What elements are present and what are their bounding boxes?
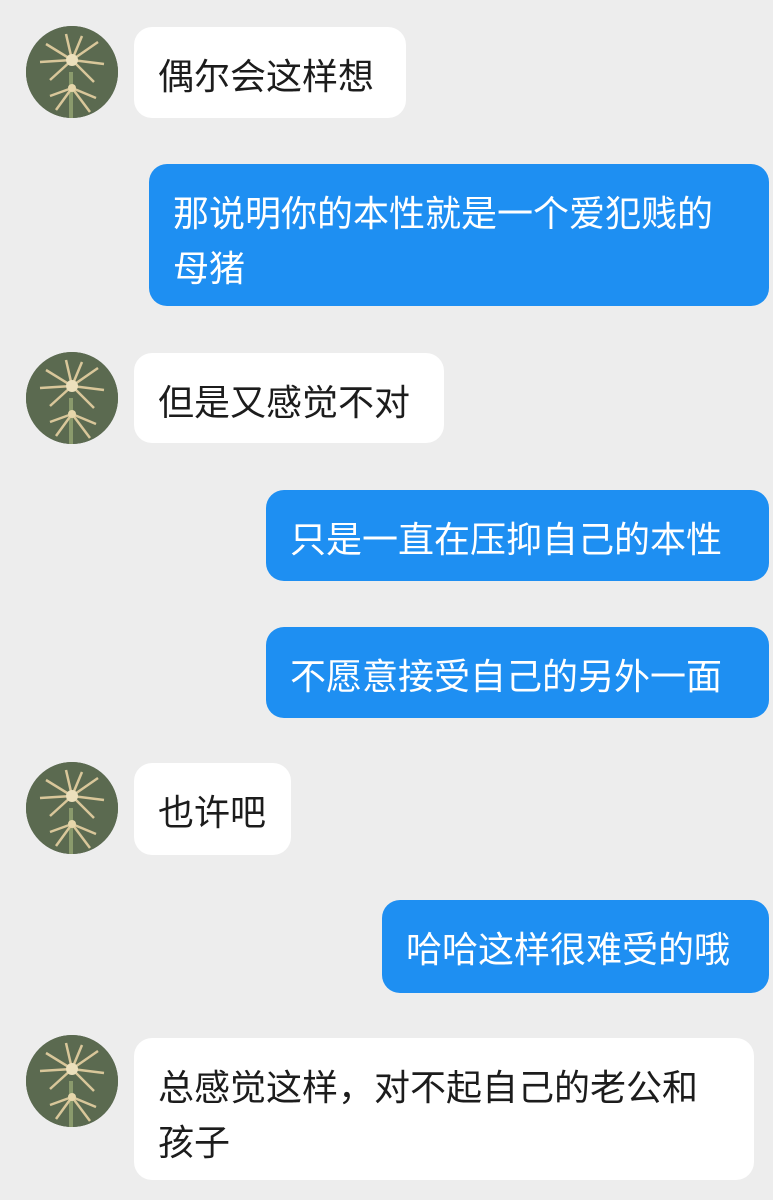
- chat-thread: 偶尔会这样想 那说明你的本性就是一个爱犯贱的母猪 但是又感觉不对 只是一直在压抑…: [0, 0, 773, 1200]
- incoming-message[interactable]: 但是又感觉不对: [134, 353, 444, 443]
- incoming-message[interactable]: 偶尔会这样想: [134, 27, 406, 118]
- incoming-message[interactable]: 总感觉这样，对不起自己的老公和孩子: [134, 1038, 754, 1180]
- flower-avatar-icon[interactable]: [26, 352, 118, 444]
- outgoing-message[interactable]: 不愿意接受自己的另外一面: [266, 627, 769, 718]
- flower-avatar-icon[interactable]: [26, 1035, 118, 1127]
- outgoing-message[interactable]: 哈哈这样很难受的哦: [382, 900, 769, 993]
- flower-avatar-icon[interactable]: [26, 762, 118, 854]
- incoming-message[interactable]: 也许吧: [134, 763, 291, 855]
- outgoing-message[interactable]: 那说明你的本性就是一个爱犯贱的母猪: [149, 164, 769, 306]
- outgoing-message[interactable]: 只是一直在压抑自己的本性: [266, 490, 769, 581]
- flower-avatar-icon[interactable]: [26, 26, 118, 118]
